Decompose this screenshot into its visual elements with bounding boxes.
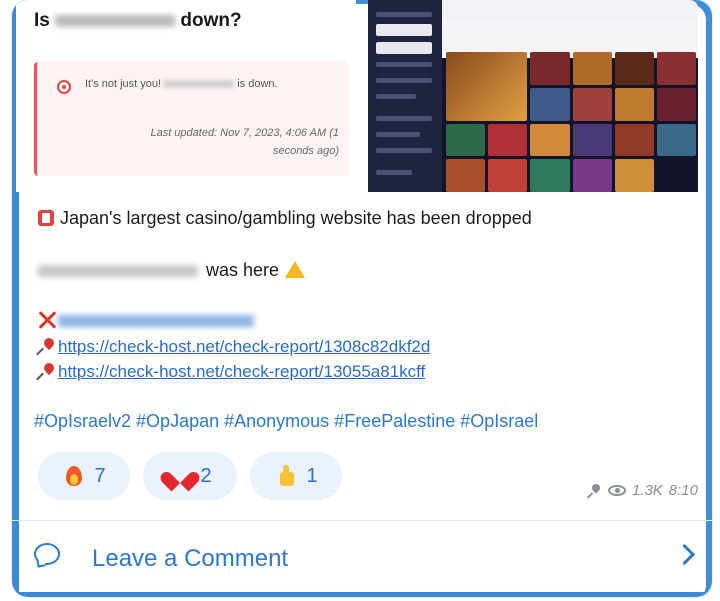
redacted-team-name — [38, 265, 198, 278]
game-tiles — [446, 52, 696, 192]
reaction-count: 7 — [94, 464, 106, 487]
site-topbar — [442, 0, 698, 20]
reaction-thumbs-up[interactable]: 1 — [250, 452, 342, 500]
reaction-count: 1 — [306, 464, 318, 487]
down-alert: It's not just you! is down. Last updated… — [34, 62, 349, 176]
leave-comment-button[interactable]: Leave a Comment — [12, 521, 712, 593]
accent-bottom-border — [12, 592, 712, 597]
redacted-link-row[interactable] — [38, 310, 254, 330]
thumbs-up-icon — [274, 464, 298, 488]
preview-status-card: Is down? It's not just you! is down. Las… — [16, 0, 356, 192]
redacted-domain-small — [164, 80, 235, 89]
site-screenshot — [368, 0, 698, 192]
check-report-link-2[interactable]: https://check-host.net/check-report/1305… — [38, 362, 425, 382]
fire-icon — [62, 464, 86, 488]
views-icon — [607, 485, 626, 496]
warning-icon — [285, 261, 306, 278]
heart-icon — [168, 464, 192, 488]
redacted-link[interactable] — [58, 314, 254, 327]
pushpin-icon — [38, 362, 56, 380]
preview-title: Is down? — [34, 10, 242, 31]
view-count: 1.3K — [631, 482, 663, 499]
slot-machine-icon — [38, 210, 54, 226]
signature-line: was here — [38, 260, 306, 281]
check-report-link-1[interactable]: https://check-host.net/check-report/1308… — [38, 337, 430, 357]
reaction-fire[interactable]: 7 — [38, 452, 130, 500]
cross-mark-icon — [38, 310, 56, 328]
message-time: 8:10 — [668, 482, 698, 499]
alert-message: It's not just you! is down. — [85, 78, 278, 90]
last-updated: Last updated: Nov 7, 2023, 4:06 AM (1 se… — [150, 127, 339, 157]
message-meta: 1.3K 8:10 — [588, 482, 698, 499]
message-card: Is down? It's not just you! is down. Las… — [12, 0, 712, 597]
pinned-icon — [588, 484, 602, 498]
chevron-right-icon — [673, 543, 696, 566]
headline-line: Japan's largest casino/gambling website … — [38, 208, 532, 229]
site-sidebar — [368, 0, 442, 192]
redacted-domain — [55, 14, 176, 27]
link-preview[interactable]: Is down? It's not just you! is down. Las… — [16, 0, 708, 192]
reaction-count: 2 — [200, 464, 212, 487]
alert-icon — [57, 80, 71, 94]
comment-bubble-icon — [34, 543, 60, 565]
reaction-heart[interactable]: 2 — [143, 452, 237, 500]
hashtags[interactable]: #OpIsraelv2 #OpJapan #Anonymous #FreePal… — [34, 411, 538, 432]
comment-label: Leave a Comment — [92, 545, 289, 572]
pushpin-icon — [38, 337, 56, 355]
